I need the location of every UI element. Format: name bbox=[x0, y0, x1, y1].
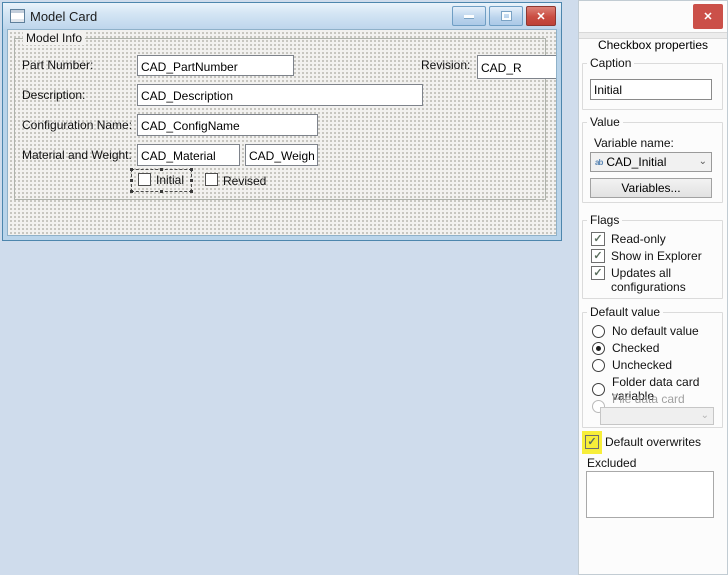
variables-button[interactable]: Variables... bbox=[590, 178, 712, 198]
weight-field[interactable] bbox=[245, 144, 318, 166]
flags-group: Flags ✓ Read-only ✓ Show in Explorer ✓ U… bbox=[582, 220, 723, 299]
flag-label: Show in Explorer bbox=[611, 249, 702, 263]
panel-close-button[interactable]: ✕ bbox=[693, 4, 723, 29]
initial-checkbox-label: Initial bbox=[156, 173, 184, 187]
variable-name-dropdown[interactable]: ab CAD_Initial ⌄ bbox=[590, 152, 712, 172]
configuration-name-label: Configuration Name: bbox=[22, 118, 132, 132]
flag-label: Updates all configurations bbox=[611, 266, 703, 294]
chevron-down-icon: ⌄ bbox=[699, 158, 707, 166]
excluded-label: Excluded bbox=[587, 456, 636, 470]
maximize-button[interactable] bbox=[489, 6, 523, 26]
card-editor-window: Model Card ✕ Model Info Part Number: Rev… bbox=[2, 2, 562, 241]
configuration-name-field[interactable] bbox=[137, 114, 318, 136]
part-number-label: Part Number: bbox=[22, 58, 93, 72]
part-number-field[interactable] bbox=[137, 55, 294, 76]
checkbox-checked-icon: ✓ bbox=[591, 266, 605, 280]
value-group-label: Value bbox=[587, 115, 623, 129]
default-value-group: Default value No default value Checked U… bbox=[582, 312, 723, 428]
revised-checkbox-label: Revised bbox=[223, 174, 266, 188]
radio-selected-icon bbox=[592, 342, 605, 355]
minimize-icon bbox=[464, 15, 474, 18]
checkbox-properties-panel: ✕ Checkbox properties Caption Value Vari… bbox=[578, 0, 728, 575]
flag-label: Read-only bbox=[611, 232, 666, 246]
close-icon: ✕ bbox=[536, 10, 545, 23]
card-window-icon bbox=[10, 9, 25, 23]
flag-read-only[interactable]: ✓ Read-only bbox=[591, 232, 666, 246]
flag-updates-all-configurations[interactable]: ✓ Updates all configurations bbox=[591, 266, 703, 294]
material-field[interactable] bbox=[137, 144, 240, 166]
selection-handle[interactable] bbox=[160, 168, 163, 171]
panel-title: Checkbox properties bbox=[579, 38, 727, 52]
window-title: Model Card bbox=[30, 9, 97, 24]
model-info-group-label: Model Info bbox=[23, 31, 85, 45]
flag-show-in-explorer[interactable]: ✓ Show in Explorer bbox=[591, 249, 702, 263]
value-group: Value Variable name: ab CAD_Initial ⌄ Va… bbox=[582, 122, 723, 203]
revised-checkbox[interactable] bbox=[205, 173, 218, 186]
caption-group: Caption bbox=[582, 63, 723, 110]
radio-label: No default value bbox=[612, 324, 699, 338]
checkbox-checked-icon: ✓ bbox=[585, 435, 599, 449]
initial-checkbox-selection[interactable]: Initial bbox=[132, 170, 191, 191]
selection-handle[interactable] bbox=[190, 190, 193, 193]
window-controls: ✕ bbox=[452, 6, 556, 26]
radio-unchecked[interactable]: Unchecked bbox=[592, 358, 672, 372]
selection-handle[interactable] bbox=[130, 168, 133, 171]
selection-handle[interactable] bbox=[130, 190, 133, 193]
radio-checked[interactable]: Checked bbox=[592, 341, 659, 355]
description-field[interactable] bbox=[137, 84, 423, 106]
material-weight-label: Material and Weight: bbox=[22, 148, 132, 162]
radio-no-default-value[interactable]: No default value bbox=[592, 324, 699, 338]
card-design-surface[interactable]: Model Info Part Number: Revision: Descri… bbox=[7, 29, 557, 236]
variables-button-label: Variables... bbox=[621, 181, 680, 195]
initial-checkbox[interactable] bbox=[138, 173, 151, 186]
radio-icon bbox=[592, 359, 605, 372]
variable-type-icon: ab bbox=[595, 158, 602, 167]
default-overwrites-label: Default overwrites bbox=[605, 435, 701, 449]
maximize-icon bbox=[502, 12, 511, 20]
variable-name-value: CAD_Initial bbox=[606, 155, 694, 169]
chevron-down-icon: ⌄ bbox=[701, 412, 709, 420]
default-value-group-label: Default value bbox=[587, 305, 663, 319]
close-button[interactable]: ✕ bbox=[526, 6, 556, 26]
selection-handle[interactable] bbox=[190, 179, 193, 182]
radio-label: Unchecked bbox=[612, 358, 672, 372]
revision-field[interactable] bbox=[477, 55, 557, 79]
checkbox-checked-icon: ✓ bbox=[591, 249, 605, 263]
variable-name-label: Variable name: bbox=[594, 136, 674, 150]
radio-icon bbox=[592, 325, 605, 338]
excluded-textarea[interactable] bbox=[586, 471, 714, 518]
window-titlebar[interactable]: Model Card ✕ bbox=[3, 3, 561, 29]
selection-handle[interactable] bbox=[130, 179, 133, 182]
selection-handle[interactable] bbox=[190, 168, 193, 171]
caption-input[interactable] bbox=[590, 79, 712, 100]
caption-group-label: Caption bbox=[587, 56, 634, 70]
file-variable-dropdown: ⌄ bbox=[600, 407, 714, 425]
revision-label: Revision: bbox=[421, 58, 470, 72]
description-label: Description: bbox=[22, 88, 85, 102]
default-overwrites-checkbox[interactable]: ✓ Default overwrites bbox=[585, 435, 701, 449]
minimize-button[interactable] bbox=[452, 6, 486, 26]
selection-handle[interactable] bbox=[160, 190, 163, 193]
close-icon: ✕ bbox=[703, 10, 712, 23]
flags-group-label: Flags bbox=[587, 213, 622, 227]
radio-label: Checked bbox=[612, 341, 659, 355]
checkbox-checked-icon: ✓ bbox=[591, 232, 605, 246]
